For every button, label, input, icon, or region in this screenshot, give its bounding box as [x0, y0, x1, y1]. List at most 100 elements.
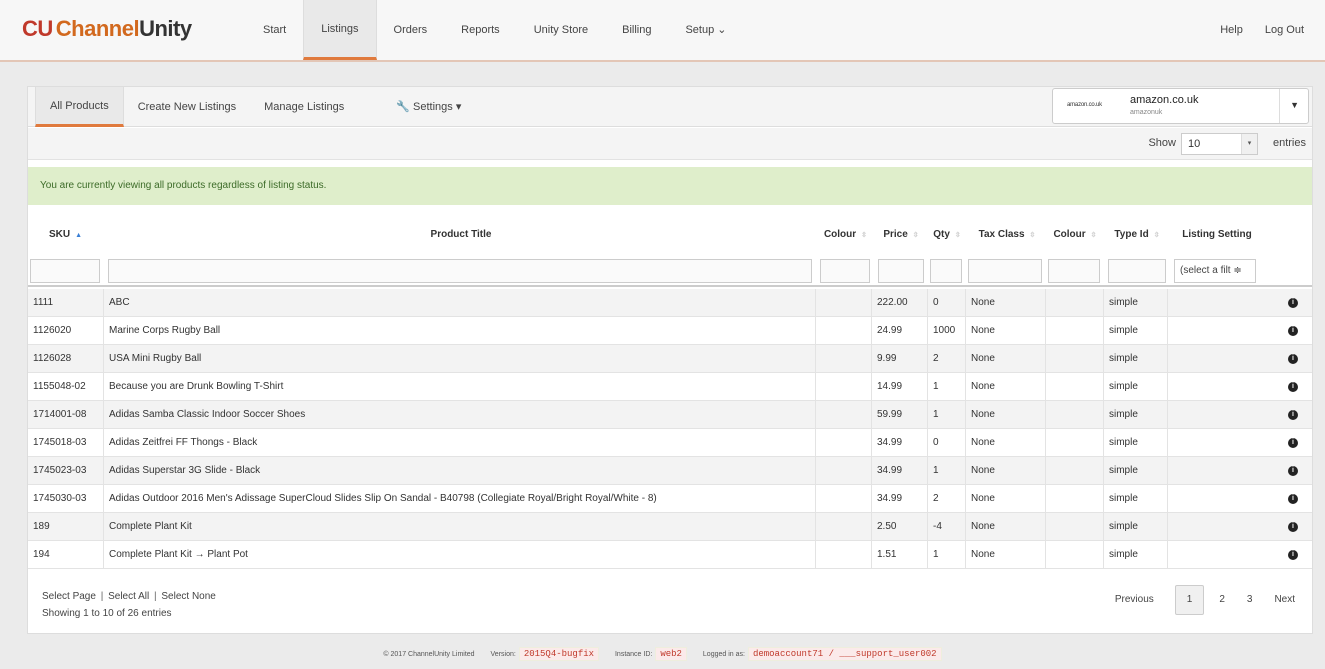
cell-colour2 [1046, 541, 1104, 569]
filter-row: (select a filt ≑ [28, 255, 1312, 287]
cell-tax: None [966, 373, 1046, 401]
cell-title: Complete Plant Kit → Plant Pot [104, 541, 816, 569]
nav-start[interactable]: Start [246, 0, 303, 60]
info-icon[interactable]: i [1288, 354, 1298, 364]
nav-unity-store[interactable]: Unity Store [517, 0, 605, 60]
separator: | [151, 591, 160, 602]
cell-listing [1168, 345, 1268, 373]
filter-colour2-input[interactable] [1048, 259, 1100, 283]
col-tax-class[interactable]: Tax Class ⇳ [968, 215, 1046, 255]
table-row[interactable]: 189 Complete Plant Kit 2.50 -4 None simp… [28, 513, 1312, 541]
col-type-id[interactable]: Type Id ⇳ [1104, 215, 1170, 255]
cell-price: 59.99 [872, 401, 928, 429]
col-product-title[interactable]: Product Title [106, 215, 816, 255]
version-value: 2015Q4-bugfix [518, 647, 600, 661]
col-title-label: Product Title [430, 229, 492, 240]
info-icon[interactable]: i [1288, 326, 1298, 336]
tab-create-new-listings[interactable]: Create New Listings [124, 87, 250, 127]
nav-help[interactable]: Help [1209, 0, 1254, 60]
table-row[interactable]: 1155048-02 Because you are Drunk Bowling… [28, 373, 1312, 401]
col-price[interactable]: Price ⇳ [875, 215, 927, 255]
table-row[interactable]: 194 Complete Plant Kit → Plant Pot 1.51 … [28, 541, 1312, 569]
status-notice: You are currently viewing all products r… [28, 167, 1312, 205]
cell-tax: None [966, 457, 1046, 485]
select-none-link[interactable]: Select None [161, 591, 215, 602]
table-row[interactable]: 1745018-03 Adidas Zeitfrei FF Thongs - B… [28, 429, 1312, 457]
tab-manage-listings[interactable]: Manage Listings [250, 87, 358, 127]
cell-qty: 1000 [928, 317, 966, 345]
channel-name: amazon.co.uk [1130, 94, 1199, 106]
main-nav: Start Listings Orders Reports Unity Stor… [246, 0, 744, 60]
nav-reports[interactable]: Reports [444, 0, 517, 60]
cell-colour [816, 289, 872, 317]
sub-tabs: All Products Create New Listings Manage … [35, 87, 475, 127]
cell-price: 2.50 [872, 513, 928, 541]
pager-page-3[interactable]: 3 [1236, 585, 1264, 615]
filter-sku-input[interactable] [30, 259, 100, 283]
cell-colour2 [1046, 457, 1104, 485]
filter-title-input[interactable] [108, 259, 812, 283]
col-colour[interactable]: Colour ⇳ [818, 215, 873, 255]
filter-tax-input[interactable] [968, 259, 1042, 283]
select-all-link[interactable]: Select All [108, 591, 149, 602]
pager-page-1[interactable]: 1 [1174, 585, 1205, 615]
showing-info: Showing 1 to 10 of 26 entries [42, 608, 172, 619]
table-row[interactable]: 1745023-03 Adidas Superstar 3G Slide - B… [28, 457, 1312, 485]
cell-type: simple [1104, 457, 1168, 485]
info-icon[interactable]: i [1288, 298, 1298, 308]
nav-listings[interactable]: Listings [303, 0, 377, 60]
col-colour-2[interactable]: Colour ⇳ [1046, 215, 1104, 255]
cell-colour [816, 373, 872, 401]
tab-settings[interactable]: 🔧 Settings ▾ [382, 87, 475, 127]
filter-qty-input[interactable] [930, 259, 962, 283]
cell-sku: 1714001-08 [28, 401, 104, 429]
info-icon[interactable]: i [1288, 494, 1298, 504]
info-icon[interactable]: i [1288, 522, 1298, 532]
table-row[interactable]: 1111 ABC 222.00 0 None simple i [28, 289, 1312, 317]
instance-label: Instance ID: [614, 651, 653, 658]
pagination: Previous 1 2 3 Next [1104, 585, 1306, 615]
entries-select[interactable]: 10 ▾ [1181, 133, 1258, 155]
cell-colour [816, 345, 872, 373]
filter-colour-input[interactable] [820, 259, 870, 283]
cell-qty: 2 [928, 485, 966, 513]
info-icon[interactable]: i [1288, 410, 1298, 420]
col-qty[interactable]: Qty ⇳ [928, 215, 966, 255]
col-colour-label: Colour [823, 229, 857, 240]
sort-icon: ⇳ [1029, 232, 1036, 239]
pager-page-2[interactable]: 2 [1208, 585, 1236, 615]
table-row[interactable]: 1126020 Marine Corps Rugby Ball 24.99 10… [28, 317, 1312, 345]
table-row[interactable]: 1126028 USA Mini Rugby Ball 9.99 2 None … [28, 345, 1312, 373]
pager-previous[interactable]: Previous [1104, 585, 1165, 615]
tab-all-products[interactable]: All Products [35, 87, 124, 127]
nav-logout[interactable]: Log Out [1254, 0, 1315, 60]
cell-listing [1168, 429, 1268, 457]
filter-listing-select[interactable]: (select a filt ≑ [1174, 259, 1256, 283]
info-icon[interactable]: i [1288, 382, 1298, 392]
wrench-icon: 🔧 [396, 101, 410, 113]
channel-selector[interactable]: amazon.co.uk amazon.co.uk amazonuk ▼ [1052, 88, 1309, 124]
col-sku[interactable]: SKU ▲ [28, 215, 103, 255]
table-row[interactable]: 1714001-08 Adidas Samba Classic Indoor S… [28, 401, 1312, 429]
cell-tax: None [966, 541, 1046, 569]
nav-setup[interactable]: Setup ⌄ [668, 0, 743, 60]
chevron-down-icon: ▼ [1290, 100, 1299, 110]
caret-down-icon: ▾ [1241, 134, 1257, 154]
cell-colour [816, 317, 872, 345]
filter-type-input[interactable] [1108, 259, 1166, 283]
pager-next[interactable]: Next [1263, 585, 1306, 615]
settings-label: Settings [413, 101, 453, 113]
nav-orders[interactable]: Orders [377, 0, 445, 60]
nav-billing[interactable]: Billing [605, 0, 668, 60]
cell-colour2 [1046, 373, 1104, 401]
info-icon[interactable]: i [1288, 550, 1298, 560]
info-icon[interactable]: i [1288, 438, 1298, 448]
cell-listing [1168, 457, 1268, 485]
select-page-link[interactable]: Select Page [42, 591, 96, 602]
filter-price-input[interactable] [878, 259, 924, 283]
table-row[interactable]: 1745030-03 Adidas Outdoor 2016 Men's Adi… [28, 485, 1312, 513]
channelunity-logo[interactable]: CU ChannelUnity [22, 16, 192, 42]
info-icon[interactable]: i [1288, 466, 1298, 476]
cell-colour [816, 401, 872, 429]
col-listing-setting[interactable]: Listing Setting [1168, 215, 1266, 255]
